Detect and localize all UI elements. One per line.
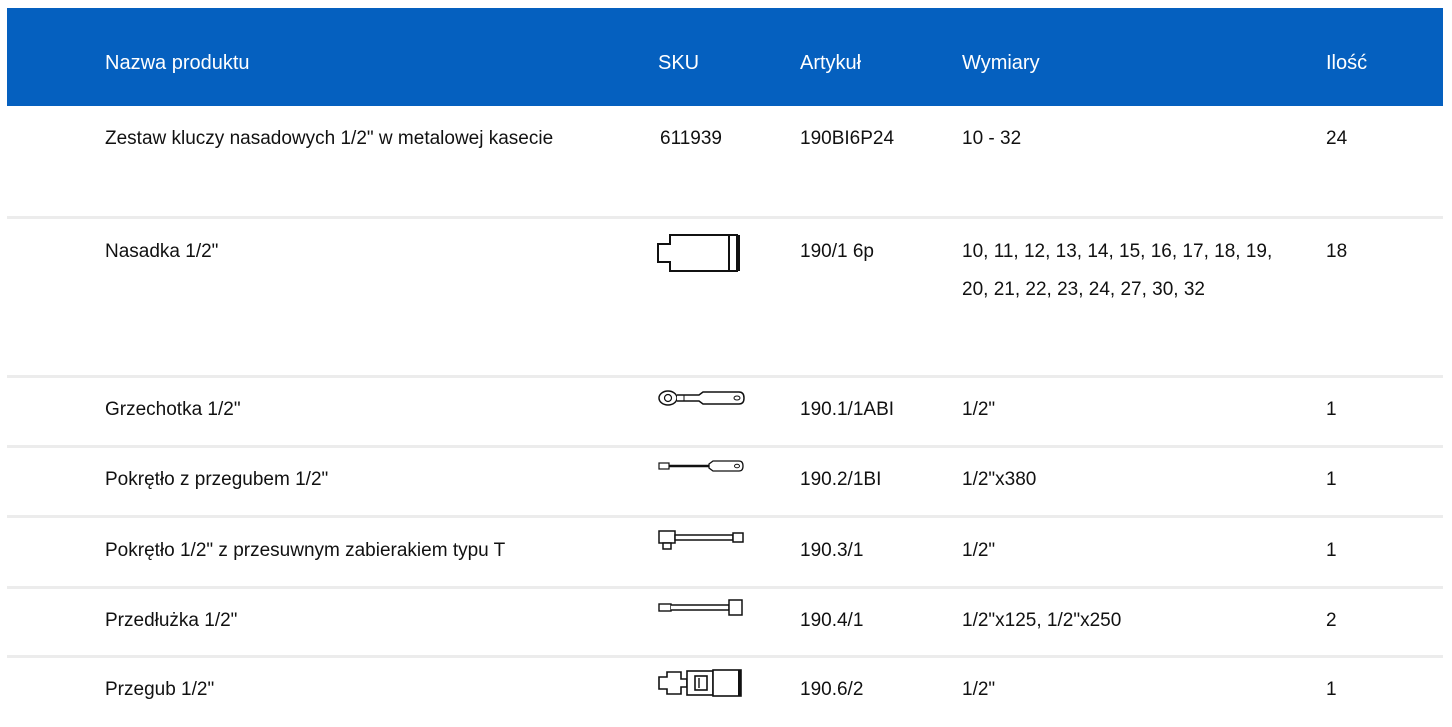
row-divider — [7, 655, 1443, 658]
row-article: 190.6/2 — [800, 679, 864, 700]
header-name: Nazwa produktu — [105, 52, 250, 74]
header-article: Artykuł — [800, 52, 862, 74]
row-dimensions: 1/2"x380 — [962, 469, 1037, 490]
row-article: 190.1/1ABI — [800, 399, 895, 420]
row-name: Przegub 1/2" — [105, 679, 215, 700]
row-article: 190/1 6p — [800, 241, 874, 262]
universal-joint-icon — [657, 668, 745, 698]
row-qty: 1 — [1326, 540, 1337, 561]
row-divider — [7, 375, 1443, 378]
row-sku: 611939 — [660, 128, 722, 149]
row-name: Przedłużka 1/2" — [105, 610, 238, 631]
row-name: Nasadka 1/2" — [105, 241, 219, 262]
header-qty: Ilość — [1326, 52, 1368, 74]
row-dimensions: 1/2" — [962, 679, 996, 700]
socket-icon — [657, 232, 743, 274]
header-dimensions: Wymiary — [962, 52, 1040, 74]
row-divider — [7, 586, 1443, 589]
header-sku: SKU — [658, 52, 700, 74]
row-qty: 1 — [1326, 469, 1337, 490]
row-name: Pokrętło 1/2" z przesuwnym zabierakiem t… — [105, 540, 506, 561]
row-qty: 18 — [1326, 241, 1348, 262]
row-divider — [7, 445, 1443, 448]
row-dimensions: 1/2" — [962, 540, 996, 561]
row-article: 190.2/1BI — [800, 469, 882, 490]
row-dimensions: 1/2"x125, 1/2"x250 — [962, 610, 1122, 631]
row-qty: 1 — [1326, 679, 1337, 700]
row-article: 190.4/1 — [800, 610, 864, 631]
row-name: Pokrętło z przegubem 1/2" — [105, 469, 329, 490]
row-qty: 1 — [1326, 399, 1337, 420]
ratchet-icon — [657, 389, 745, 407]
breaker-bar-icon — [657, 459, 745, 473]
t-handle-icon — [657, 529, 745, 551]
product-table: Nazwa produktu SKU Artykuł Wymiary Ilość… — [0, 0, 1452, 727]
row-divider — [7, 515, 1443, 518]
row-qty: 24 — [1326, 128, 1348, 149]
row-qty: 2 — [1326, 610, 1337, 631]
row-dimensions: 10, 11, 12, 13, 14, 15, 16, 17, 18, 19, … — [962, 241, 1273, 300]
row-article: 190.3/1 — [800, 540, 864, 561]
row-article: 190BI6P24 — [800, 128, 895, 149]
row-name: Zestaw kluczy nasadowych 1/2" w metalowe… — [105, 128, 554, 149]
table-header: Nazwa produktu SKU Artykuł Wymiary Ilość — [7, 8, 1443, 106]
row-dimensions: 1/2" — [962, 399, 996, 420]
extension-bar-icon — [657, 599, 745, 617]
row-dimensions: 10 - 32 — [962, 128, 1022, 149]
row-divider — [7, 216, 1443, 219]
row-name: Grzechotka 1/2" — [105, 399, 241, 420]
